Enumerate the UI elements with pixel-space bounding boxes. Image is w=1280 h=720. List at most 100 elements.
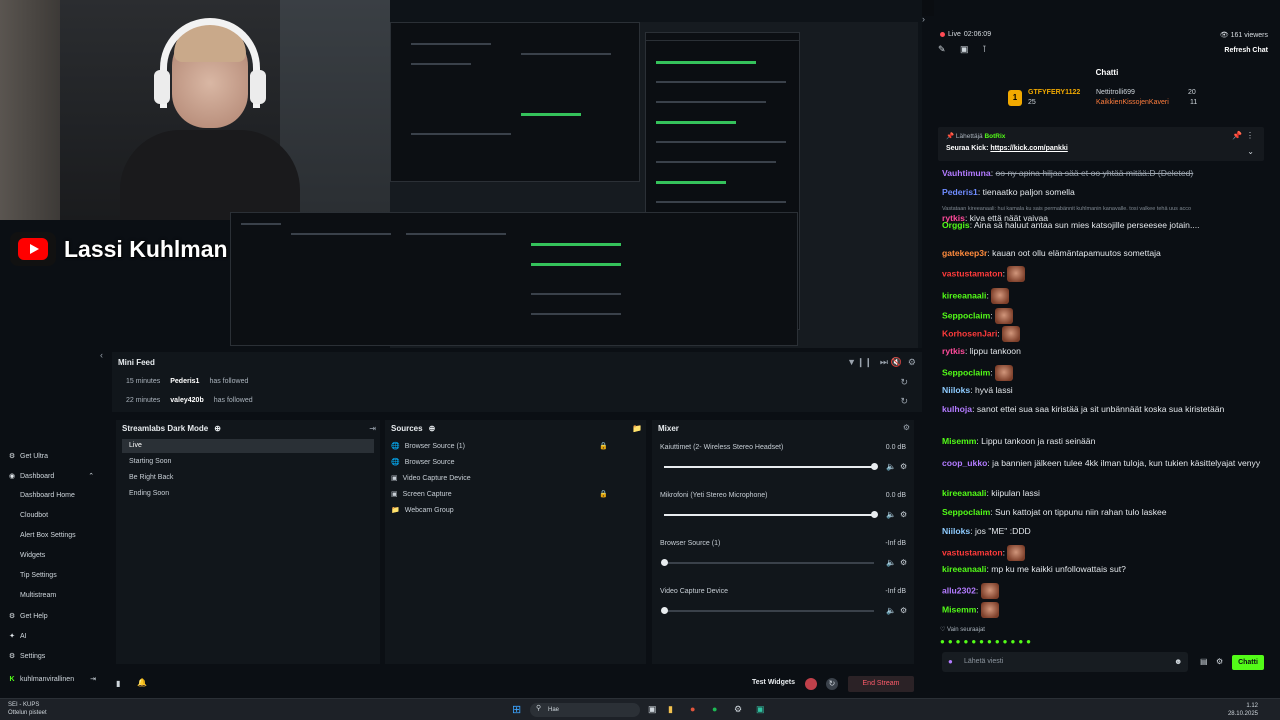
chat-username[interactable]: Niiloks [942,385,970,395]
pinned-link[interactable]: https://kick.com/pankki [990,145,1067,152]
emoji-icon[interactable]: ☻ [1174,657,1182,666]
chat-username[interactable]: vastustamaton [942,547,1003,557]
skip-icon[interactable]: ⏭ [880,357,888,368]
end-stream-button[interactable]: End Stream [848,676,914,692]
nav-cloudbot[interactable]: Cloudbot [20,512,48,519]
nav-settings[interactable]: ⚙ Settings [8,652,45,661]
chat-username[interactable]: Misemm [942,436,976,446]
folder-icon[interactable]: 📁 [632,424,642,433]
leader-name[interactable]: Nettitrolli699 [1096,89,1135,96]
scene-item[interactable]: Starting Soon [122,455,374,469]
pinned-sender-name[interactable]: BotRix [984,133,1005,140]
speaker-icon[interactable]: 🔈 [886,462,896,471]
edit-icon[interactable]: ✎ [938,44,946,55]
pause-icon[interactable]: ❙❙ [857,357,872,368]
spotify-icon[interactable]: ● [712,704,717,714]
chat-username[interactable]: Seppoclaim [942,367,990,377]
gear-icon[interactable]: ⚙ [900,558,907,567]
chat-username[interactable]: gatekeep3r [942,248,987,258]
gear-icon[interactable]: ⚙ [900,606,907,615]
nav-get-help[interactable]: ⚙ Get Help [8,612,48,621]
streamlabs-icon[interactable]: ▣ [756,704,765,715]
stats-icon[interactable]: ▮ [116,679,120,688]
chevron-down-icon[interactable]: ⌄ [1247,147,1254,156]
file-explorer-icon[interactable]: ▮ [668,704,673,715]
collapse-right-icon[interactable]: › [922,14,925,24]
more-options-icon[interactable]: ⋮ [1246,131,1254,140]
leader-name[interactable]: GTFYFERY1122 [1028,89,1080,96]
test-widgets-button[interactable]: Test Widgets [752,679,795,686]
lock-icon[interactable]: 🔒 [599,442,608,450]
notification-bell-icon[interactable]: 🔔 [137,678,147,687]
scene-transition-icon[interactable]: ⇥ [369,424,376,433]
scene-item[interactable]: Live [122,439,374,453]
speaker-icon[interactable]: 🔈 [886,558,896,567]
leader-name[interactable]: KaikkienKissojenKaveri [1096,99,1169,106]
chat-username[interactable]: Seppoclaim [942,507,990,517]
nav-widgets[interactable]: Widgets [20,552,45,559]
chat-username[interactable]: vastustamaton [942,268,1003,278]
chat-input[interactable]: Lähetä viesti [942,652,1188,672]
feed-user[interactable]: Pederis1 [170,378,199,385]
replay-icon[interactable]: ↻ [900,377,908,388]
source-item[interactable]: 🌐 Browser Source (1) [391,442,465,451]
record-icon[interactable] [805,678,817,690]
refresh-chat-button[interactable]: Refresh Chat [1224,47,1268,54]
chat-username[interactable]: allu2302 [942,585,976,595]
nav-dashboard-home[interactable]: Dashboard Home [20,492,75,499]
mute-icon[interactable]: 🔇 [891,357,902,368]
chat-username[interactable]: rytkis [942,346,965,356]
chat-username[interactable]: Misemm [942,604,976,614]
speaker-icon[interactable]: 🔈 [886,510,896,519]
chat-username[interactable]: Niiloks [942,526,970,536]
chat-username[interactable]: kireeanaali [942,290,986,300]
volume-slider[interactable] [664,463,878,470]
send-chat-button[interactable]: Chatti [1232,655,1264,670]
clock[interactable]: 1.12 28.10.2025 [1228,702,1258,718]
stream-preview[interactable] [230,22,918,348]
settings-app-icon[interactable]: ⚙ [734,704,742,715]
filter-icon[interactable]: ▼ [847,357,856,367]
settings-icon[interactable]: ⚙ [908,357,916,368]
nav-dashboard[interactable]: ◉ Dashboard ⌃ [8,472,94,481]
add-source-icon[interactable]: ⊕ [429,424,436,433]
nav-tip-settings[interactable]: Tip Settings [20,572,57,579]
logout-icon[interactable]: ⇥ [90,675,96,683]
lock-icon[interactable]: 🔒 [599,490,608,498]
emote-bar[interactable]: ●●●●●●●●●●●● [940,637,1034,646]
chevron-up-icon[interactable]: ⌃ [88,472,94,480]
source-item[interactable]: 🌐 Browser Source [391,458,455,467]
gear-icon[interactable]: ⚙ [1216,657,1223,666]
chat-username[interactable]: Pederis1 [942,187,978,197]
speaker-icon[interactable]: 🔈 [886,606,896,615]
add-scene-icon[interactable]: ⊕ [214,424,221,433]
chat-username[interactable]: kireeanaali [942,564,986,574]
nav-alert-box-settings[interactable]: Alert Box Settings [20,532,76,539]
gear-icon[interactable]: ⚙ [900,462,907,471]
collapse-left-icon[interactable]: ‹ [100,350,103,360]
replay-icon[interactable]: ↻ [900,396,908,407]
clapper-icon[interactable]: ▣ [960,44,969,55]
gear-icon[interactable]: ⚙ [900,510,907,519]
windows-start-icon[interactable]: ⊞ [512,703,521,716]
feed-user[interactable]: valey420b [170,397,203,404]
chat-username[interactable]: KorhosenJari [942,328,997,338]
news-widget[interactable]: SEI - KUPS Ottelun pisteet [8,701,47,717]
nav-multistream[interactable]: Multistream [20,592,56,599]
scene-item[interactable]: Be Right Back [122,471,374,485]
nav-get-ultra[interactable]: ⚙ Get Ultra [8,452,48,461]
mixer-settings-icon[interactable]: ⚙ [903,423,910,432]
volume-slider[interactable] [661,559,874,566]
replay-buffer-icon[interactable]: ↻ [826,678,838,690]
trash-icon[interactable]: ▤ [1200,657,1208,666]
chat-username[interactable]: Seppoclaim [942,310,990,320]
source-item[interactable]: ▣ Screen Capture [391,490,452,499]
chat-username[interactable]: Orggis [942,220,970,230]
nav-account[interactable]: Kkuhlmanvirallinen ⇥ [8,675,96,684]
browser-icon[interactable]: ● [690,704,695,714]
volume-slider[interactable] [664,511,878,518]
volume-slider[interactable] [661,607,874,614]
chat-username[interactable]: Vauhtimuna [942,168,991,178]
scene-item[interactable]: Ending Soon [122,487,374,501]
nav-ai[interactable]: ✦ AI [8,632,27,641]
